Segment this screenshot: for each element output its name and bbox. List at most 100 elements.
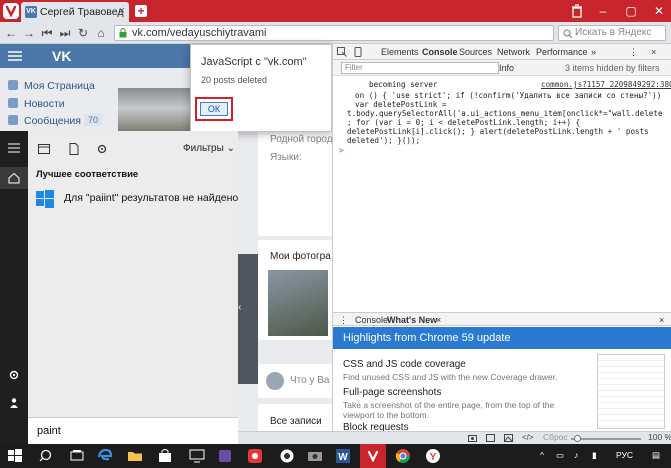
tiling-icon[interactable] [486,434,495,442]
post-composer[interactable]: Что у Ва [258,364,332,398]
tab-elements[interactable]: Elements [381,47,419,57]
hometown-label: Родной город: [270,134,336,145]
photos-title[interactable]: Мои фотогра [270,251,331,262]
close-drawer-tab-icon[interactable]: × [436,315,441,325]
feature-desc: Find unused CSS and JS with the new Cove… [343,372,558,382]
drawer-tab-console[interactable]: Console [355,315,388,325]
minimize-button[interactable]: – [596,3,610,19]
home-icon[interactable] [0,167,28,189]
trash-icon[interactable] [570,3,584,19]
screenshot-icon[interactable] [468,434,477,442]
sidebar-item-my-page[interactable]: Моя Страница [8,80,95,96]
word-icon[interactable]: W [334,447,352,465]
forward-button[interactable]: → [22,25,36,41]
photo-thumb-left[interactable] [238,254,258,384]
tab-performance[interactable]: Performance [536,47,588,57]
close-tab-icon[interactable]: × [119,5,125,17]
new-tab-button[interactable]: + [135,5,147,17]
menu-icon[interactable] [8,50,22,62]
vk-logo[interactable]: VK [52,48,71,64]
url-field[interactable]: vk.com/vedayuschiytravami [114,25,554,41]
monitor-icon[interactable] [188,447,206,465]
camera-icon[interactable] [306,447,324,465]
log-level-select[interactable]: Info [499,63,514,73]
edge-icon[interactable] [96,447,114,465]
yandex-icon[interactable]: Y [424,447,442,465]
reload-button[interactable]: ↻ [76,25,90,41]
images-icon[interactable] [504,434,513,442]
apps-filter-icon[interactable] [38,143,50,155]
feedback-icon[interactable] [8,397,20,409]
profile-info-card: Родной город: Языки: [258,116,336,236]
chevron-left-icon[interactable]: ‹ [238,302,241,313]
documents-filter-icon[interactable] [68,143,80,155]
settings-icon[interactable] [8,369,20,381]
feature-title[interactable]: Full-page screenshots [343,387,441,398]
close-drawer-icon[interactable]: × [659,315,664,325]
search-placeholder: Искать в Яндекс [575,27,652,38]
vk-app-icon[interactable] [246,447,264,465]
screen-recorder-icon[interactable] [278,447,296,465]
settings-filter-icon[interactable] [96,143,108,155]
reset-zoom-button[interactable]: Сброс [543,432,568,442]
device-toggle-icon[interactable] [353,47,363,57]
log-source-link[interactable]: common.js?1157_2209849292:380 [541,80,671,89]
drawer-menu-icon[interactable]: ⋮ [339,315,348,326]
vivaldi-menu-icon[interactable] [3,3,19,19]
home-button[interactable]: ⌂ [94,25,108,41]
rewind-button[interactable]: ⏮ [40,25,54,41]
post-placeholder: Что у Ва [290,375,330,386]
menu-icon[interactable] [8,143,20,153]
code-line-1: on () { 'use strict'; if (!confirm('Удал… [355,91,662,100]
svg-text:W: W [338,452,348,463]
messages-count-badge: 70 [84,114,103,126]
vivaldi-icon[interactable] [360,444,386,468]
tab-sources[interactable]: Sources [459,47,492,57]
search-field[interactable]: Искать в Яндекс [558,25,666,41]
photo-thumb[interactable] [268,270,328,336]
store-icon[interactable] [156,447,174,465]
drawer-tabs: ⋮ Console What's New × × [333,312,671,326]
task-view-icon[interactable] [68,447,86,465]
filter-input[interactable]: Filter [341,62,499,74]
search-icon[interactable] [38,447,56,465]
maximize-button[interactable]: ▢ [624,3,638,19]
more-options-icon[interactable]: ⋮ [629,47,638,58]
close-devtools-icon[interactable]: × [651,47,656,57]
folder-icon[interactable] [126,447,144,465]
start-search-input[interactable]: paint [28,417,238,444]
browser-tab[interactable]: VK Сергей Травовед × [21,2,129,22]
inspect-icon[interactable] [337,47,347,57]
address-bar: ← → ⏮ ⏭ ↻ ⌂ vk.com/vedayuschiytravami Ис… [0,22,671,44]
ok-button[interactable]: ОК [200,102,228,116]
network-icon[interactable]: ▭ [556,450,564,461]
svg-text:Y: Y [430,452,437,463]
sidebar-item-news[interactable]: Новости [8,98,65,114]
tab-network[interactable]: Network [497,47,530,57]
tab-console[interactable]: Console [422,47,458,57]
battery-icon[interactable]: ▮ [592,450,597,461]
console-prompt[interactable]: > [339,146,344,155]
all-posts-tab[interactable]: Все записи [270,416,322,427]
more-tabs-icon[interactable]: » [591,47,596,57]
zoom-slider-handle[interactable] [574,435,581,442]
filters-dropdown[interactable]: Фильтры ⌄ [183,143,235,154]
windows-icon[interactable] [6,447,24,465]
code-line-3: t.body.querySelectorAll('a.ui_actions_me… [347,109,663,118]
volume-icon[interactable]: ♪ [574,450,578,460]
zoom-level: 100 % [648,432,671,442]
language-indicator[interactable]: РУС [616,450,633,460]
sidebar-item-messages[interactable]: Сообщения [8,115,81,131]
back-button[interactable]: ← [4,25,18,41]
drawer-tab-whats-new[interactable]: What's New [387,315,437,325]
close-window-button[interactable]: ✕ [652,3,666,19]
page-actions-icon[interactable]: </> [522,433,534,442]
fast-forward-button[interactable]: ⏭ [58,25,72,41]
chrome-icon[interactable] [394,447,412,465]
tray-chevron-icon[interactable]: ^ [540,450,544,460]
notifications-icon[interactable]: ▤ [652,450,660,461]
feature-title[interactable]: CSS and JS code coverage [343,359,466,370]
zoom-slider[interactable] [571,435,641,442]
app-icon[interactable] [216,447,234,465]
best-match-label: Лучшее соответствие [36,169,139,180]
